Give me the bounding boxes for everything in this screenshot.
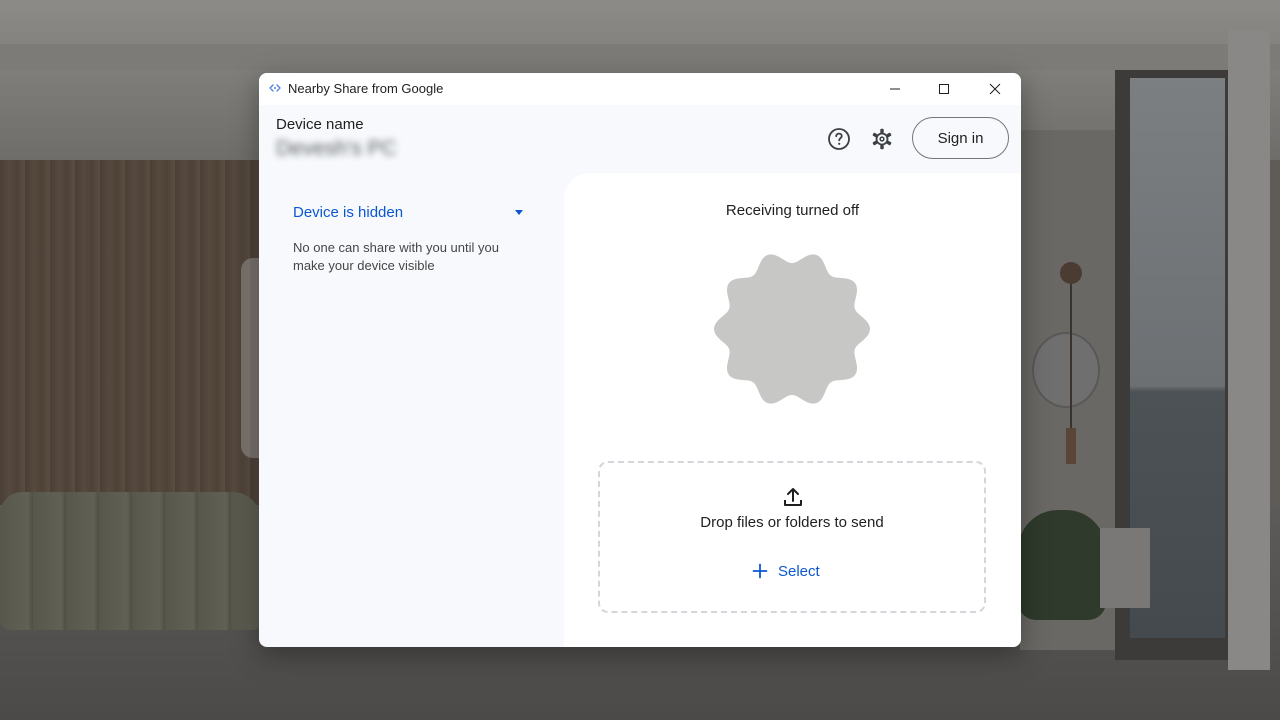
select-label: Select: [778, 562, 820, 580]
wallpaper-lamp: [1060, 262, 1082, 284]
help-icon: [828, 128, 850, 150]
device-name-label: Device name: [276, 116, 364, 133]
wallpaper-beam: [0, 44, 1280, 70]
dropdown-arrow-icon[interactable]: [515, 210, 523, 215]
wallpaper-lamp-base: [1066, 428, 1076, 464]
minimize-button[interactable]: [872, 73, 918, 105]
status-scallop-shape: [714, 254, 870, 404]
sign-in-button[interactable]: Sign in: [912, 117, 1009, 159]
close-icon: [989, 83, 1001, 95]
gear-icon: [872, 128, 892, 150]
visibility-label: Device is hidden: [293, 204, 404, 221]
help-button[interactable]: [824, 124, 854, 154]
maximize-icon: [939, 84, 949, 94]
wallpaper-chair: [1018, 510, 1106, 620]
file-dropzone[interactable]: Drop files or folders to send Select: [598, 461, 986, 613]
maximize-button[interactable]: [921, 73, 967, 105]
nearby-share-icon: [269, 84, 281, 92]
wallpaper-wood-wall: [0, 160, 260, 505]
settings-button[interactable]: [867, 124, 897, 154]
wallpaper-side-table: [1100, 528, 1150, 608]
visibility-dropdown[interactable]: Device is hidden: [293, 203, 525, 225]
window-title: Nearby Share from Google: [288, 81, 444, 96]
receiving-status: Receiving turned off: [725, 202, 860, 219]
close-button[interactable]: [972, 73, 1018, 105]
visibility-description: No one can share with you until you make…: [293, 240, 499, 273]
dropzone-text: Drop files or folders to send: [700, 514, 884, 531]
wallpaper-mirror: [1032, 332, 1100, 408]
main-panel: Receiving turned off Drop files or folde…: [564, 173, 1021, 647]
select-button[interactable]: Select: [752, 559, 820, 583]
wallpaper-pillar: [1228, 30, 1270, 670]
device-name-value: Devesh's PC: [276, 137, 397, 160]
upload-icon: [784, 488, 802, 506]
wallpaper-lamp-cord: [1070, 284, 1072, 434]
minimize-icon: [890, 88, 900, 90]
wallpaper-sofa: [0, 492, 262, 630]
plus-icon: [752, 563, 768, 579]
title-bar[interactable]: Nearby Share from Google: [259, 73, 1021, 105]
nearby-share-window: Nearby Share from Google Device name Dev…: [259, 73, 1021, 647]
